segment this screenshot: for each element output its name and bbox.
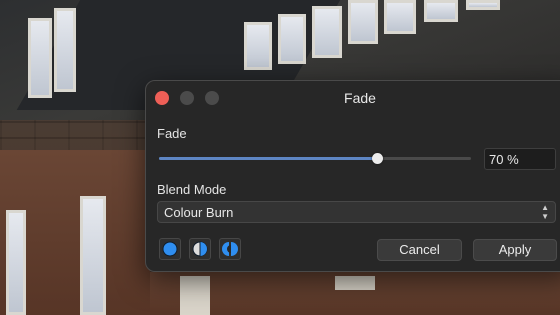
fade-slider-fill — [159, 157, 378, 160]
blend-mode-label: Blend Mode — [157, 182, 227, 197]
select-arrows-icon: ▲ ▼ — [541, 203, 549, 221]
upper-window-2 — [278, 14, 306, 64]
cancel-button[interactable]: Cancel — [377, 239, 462, 261]
blend-mode-select[interactable]: Colour Burn ▲ ▼ — [157, 201, 556, 223]
lower-window-frame-1 — [180, 276, 210, 315]
upper-window-3 — [312, 6, 342, 58]
lower-window-middle — [80, 196, 106, 315]
mirror-preview-icon — [222, 242, 238, 256]
upper-window-4 — [348, 0, 378, 44]
title-bar: Fade — [146, 81, 560, 115]
split-preview-button[interactable] — [189, 238, 211, 260]
fade-value-field[interactable] — [484, 148, 556, 170]
mirror-preview-button[interactable] — [219, 238, 241, 260]
fade-label: Fade — [157, 126, 187, 141]
upper-window-7 — [466, 0, 500, 10]
fade-slider[interactable] — [159, 153, 471, 164]
upper-window-1 — [244, 22, 272, 70]
upper-window-5 — [384, 0, 416, 34]
fade-slider-handle[interactable] — [372, 153, 384, 164]
full-preview-icon — [162, 241, 178, 257]
dormer-window-left — [28, 18, 52, 98]
split-preview-icon — [192, 241, 208, 257]
fade-dialog: Fade Fade Blend Mode Colour Burn ▲▼ Canc… — [145, 80, 560, 272]
full-preview-button[interactable] — [159, 238, 181, 260]
blend-mode-value: Colour Burn — [164, 205, 234, 220]
upper-window-6 — [424, 0, 458, 22]
dialog-title: Fade — [344, 90, 376, 106]
apply-button[interactable]: Apply — [473, 239, 557, 261]
lower-window-left — [6, 210, 26, 315]
lower-window-frame-2 — [335, 276, 375, 290]
dormer-window-right — [54, 8, 76, 92]
